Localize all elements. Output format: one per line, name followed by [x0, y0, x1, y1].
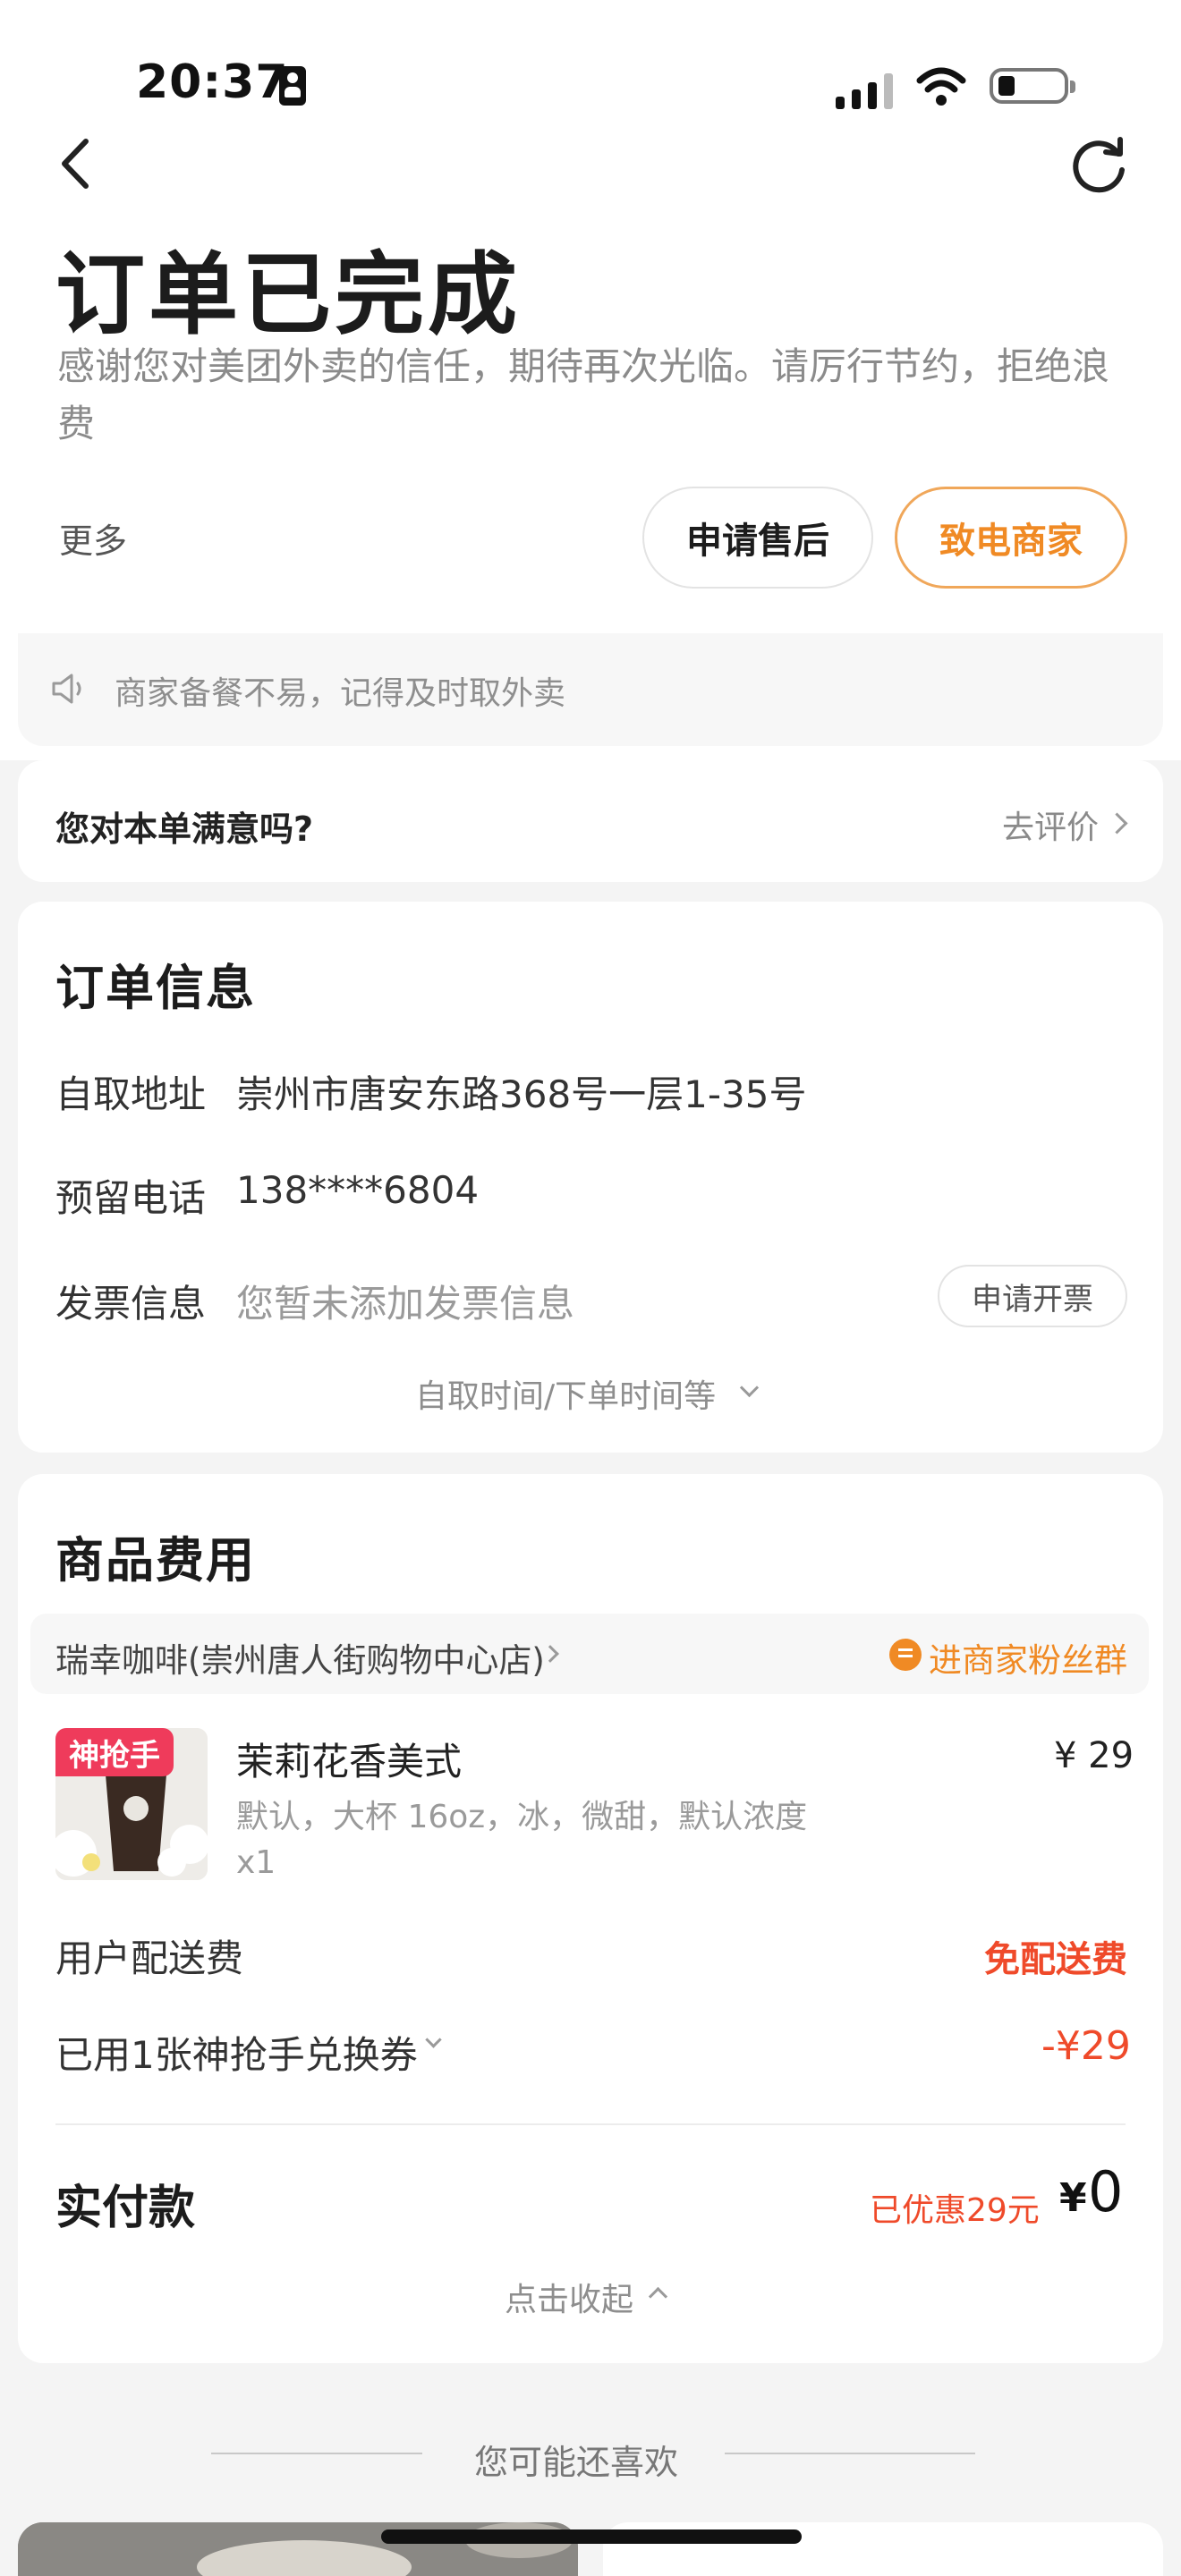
recommend-title: 您可能还喜欢 — [474, 2443, 679, 2482]
order-info-title: 订单信息 — [55, 960, 256, 1016]
product-name[interactable]: 茉莉花香美式 — [236, 1732, 462, 1786]
rate-link[interactable]: 去评价 — [1002, 801, 1099, 848]
product-price: ¥ 29 — [1054, 1735, 1134, 1776]
divider — [55, 2123, 1126, 2125]
invoice-label: 发票信息 — [55, 1282, 207, 1326]
apply-invoice-button[interactable]: 申请开票 — [938, 1265, 1127, 1327]
pickup-address-value: 崇州市唐安东路368号一层1-35号 — [236, 1072, 807, 1116]
pickup-address-label: 自取地址 — [55, 1072, 207, 1116]
product-spec: 默认，大杯 16oz，冰，微甜，默认浓度 — [236, 1799, 808, 1835]
coupon-label[interactable]: 已用1张神抢手兑换券 — [55, 2025, 418, 2080]
more-link[interactable]: 更多 — [59, 513, 127, 563]
cellular-signal-icon — [836, 64, 898, 109]
currency-symbol: ¥ — [1059, 2175, 1087, 2221]
back-arrow-icon[interactable] — [55, 134, 95, 193]
delivery-fee-value: 免配送费 — [984, 1939, 1127, 1980]
divider-left — [211, 2453, 422, 2454]
saved-amount: 已优惠29元 — [870, 2192, 1040, 2229]
product-quantity: x1 — [236, 1844, 276, 1881]
notice-text: 商家备餐不易，记得及时取外卖 — [115, 675, 566, 712]
total-paid: 0 — [1088, 2159, 1124, 2224]
page-title: 订单已完成 — [55, 242, 521, 347]
delivery-fee-label: 用户配送费 — [55, 1936, 244, 1980]
orientation-lock-icon — [279, 66, 306, 106]
page-subtitle: 感谢您对美团外卖的信任，期待再次光临。请厉行节约，拒绝浪费 — [57, 344, 1110, 445]
collapse-toggle[interactable]: 点击收起 — [505, 2274, 633, 2320]
divider-right — [725, 2453, 975, 2454]
battery-icon — [990, 68, 1075, 104]
paid-label: 实付款 — [55, 2182, 196, 2235]
wifi-icon — [916, 67, 966, 106]
order-time-toggle[interactable]: 自取时间/下单时间等 — [415, 1370, 716, 1417]
store-name[interactable]: 瑞幸咖啡(崇州唐人街购物中心店) — [55, 1633, 545, 1682]
chat-group-icon — [889, 1639, 922, 1671]
home-indicator — [381, 2529, 802, 2544]
call-merchant-button[interactable]: 致电商家 — [895, 487, 1127, 589]
speaker-icon — [52, 674, 81, 704]
deal-badge: 神抢手 — [55, 1728, 174, 1776]
status-time: 20:37 — [136, 55, 289, 109]
rating-question: 您对本单满意吗? — [55, 809, 314, 849]
phone-value: 138****6804 — [236, 1168, 480, 1212]
phone-label: 预留电话 — [55, 1176, 207, 1220]
fan-group-link[interactable]: 进商家粉丝群 — [929, 1633, 1127, 1682]
invoice-value: 您暂未添加发票信息 — [236, 1282, 575, 1326]
after-sale-button[interactable]: 申请售后 — [642, 487, 873, 589]
fee-title: 商品费用 — [55, 1532, 256, 1589]
refresh-icon[interactable] — [1070, 136, 1129, 195]
coupon-value: -¥29 — [1041, 2023, 1131, 2069]
